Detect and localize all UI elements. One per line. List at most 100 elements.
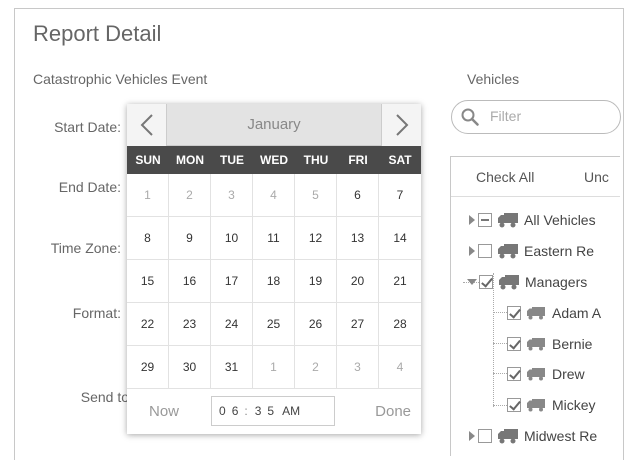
vehicle-checkbox[interactable] bbox=[507, 337, 521, 351]
tree-node-vehicle[interactable]: Drew bbox=[507, 364, 585, 384]
minute-ones[interactable]: 5 bbox=[267, 404, 274, 418]
weekday-header: SUN MON TUE WED THU FRI SAT bbox=[127, 146, 421, 174]
time-zone-label: Time Zone: bbox=[50, 240, 121, 256]
day-cell[interactable]: 17 bbox=[211, 260, 253, 303]
format-label: Format: bbox=[72, 305, 121, 321]
am-pm-toggle[interactable]: AM bbox=[282, 404, 300, 418]
done-button[interactable]: Done bbox=[375, 403, 411, 420]
filter-input[interactable] bbox=[490, 108, 610, 124]
day-cell[interactable]: 28 bbox=[379, 303, 421, 346]
expand-arrow-icon[interactable] bbox=[469, 431, 475, 441]
page-title: Report Detail bbox=[33, 21, 162, 46]
tree-node-vehicle[interactable]: Mickey bbox=[507, 395, 596, 415]
hour-ones[interactable]: 6 bbox=[232, 404, 239, 418]
day-cell[interactable]: 10 bbox=[211, 217, 253, 260]
day-cell[interactable]: 22 bbox=[127, 303, 169, 346]
day-cell[interactable]: 14 bbox=[379, 217, 421, 260]
now-button[interactable]: Now bbox=[149, 403, 179, 420]
tree-connector bbox=[493, 405, 507, 406]
day-cell[interactable]: 20 bbox=[337, 260, 379, 303]
uncheck-all-button[interactable]: Unc bbox=[584, 169, 609, 185]
day-cell[interactable]: 4 bbox=[253, 174, 295, 217]
day-cell[interactable]: 12 bbox=[295, 217, 337, 260]
tree-node-vehicle[interactable]: Adam A bbox=[507, 303, 601, 323]
day-cell[interactable]: 8 bbox=[127, 217, 169, 260]
expand-arrow-icon[interactable] bbox=[469, 215, 475, 225]
day-cell[interactable]: 15 bbox=[127, 260, 169, 303]
tree-connector bbox=[493, 312, 507, 313]
time-input[interactable]: 0 6 : 3 5 AM bbox=[211, 396, 335, 426]
expand-arrow-icon[interactable] bbox=[469, 246, 475, 256]
minute-tens[interactable]: 3 bbox=[255, 404, 262, 418]
weekday-label: SUN bbox=[135, 153, 161, 167]
chevron-right-icon bbox=[395, 114, 408, 136]
time-separator: : bbox=[244, 404, 248, 418]
checkbox-managers[interactable] bbox=[479, 275, 493, 289]
day-cell[interactable]: 1 bbox=[253, 346, 295, 389]
day-cell[interactable]: 26 bbox=[295, 303, 337, 346]
previous-month-button[interactable] bbox=[127, 104, 167, 146]
tree-node-midwest-region[interactable]: Midwest Re bbox=[469, 426, 597, 446]
day-cell[interactable]: 9 bbox=[169, 217, 211, 260]
start-date-label: Start Date: bbox=[54, 119, 121, 135]
weekday-label: SAT bbox=[388, 153, 412, 167]
vehicle-filter[interactable] bbox=[451, 100, 621, 134]
checkbox-eastern-region[interactable] bbox=[478, 244, 492, 258]
checkbox-all-vehicles[interactable] bbox=[478, 213, 492, 227]
day-cell[interactable]: 19 bbox=[295, 260, 337, 303]
tree-connector bbox=[493, 343, 507, 344]
date-picker: January SUN MON TUE WED THU FRI SAT 1 2 … bbox=[127, 104, 421, 434]
weekday-label: THU bbox=[303, 153, 329, 167]
weekday-label: TUE bbox=[220, 153, 244, 167]
day-grid: 1 2 3 4 5 6 7 8 9 10 11 12 13 14 15 16 1… bbox=[127, 174, 421, 389]
day-cell[interactable]: 3 bbox=[211, 174, 253, 217]
day-cell[interactable]: 31 bbox=[211, 346, 253, 389]
tree-connector bbox=[493, 373, 507, 374]
day-cell[interactable]: 24 bbox=[211, 303, 253, 346]
day-cell[interactable]: 29 bbox=[127, 346, 169, 389]
month-label: January bbox=[247, 116, 301, 133]
tree-node-vehicle[interactable]: Bernie bbox=[507, 334, 592, 354]
tree-node-all-vehicles[interactable]: All Vehicles bbox=[469, 210, 596, 230]
date-picker-footer: Now 0 6 : 3 5 AM Done bbox=[127, 389, 421, 434]
truck-icon bbox=[498, 429, 518, 444]
check-all-button[interactable]: Check All bbox=[476, 169, 534, 185]
hour-tens[interactable]: 0 bbox=[219, 404, 226, 418]
day-cell[interactable]: 5 bbox=[295, 174, 337, 217]
day-cell[interactable]: 23 bbox=[169, 303, 211, 346]
collapse-arrow-icon[interactable] bbox=[467, 279, 477, 285]
day-cell[interactable]: 21 bbox=[379, 260, 421, 303]
vehicle-checkbox[interactable] bbox=[507, 306, 521, 320]
truck-icon bbox=[527, 399, 545, 412]
vehicle-checkbox[interactable] bbox=[507, 367, 521, 381]
section-label-event: Catastrophic Vehicles Event bbox=[33, 71, 208, 87]
day-cell[interactable]: 30 bbox=[169, 346, 211, 389]
day-cell[interactable]: 2 bbox=[295, 346, 337, 389]
truck-icon bbox=[527, 368, 545, 381]
end-date-label: End Date: bbox=[58, 179, 121, 195]
day-cell[interactable]: 11 bbox=[253, 217, 295, 260]
day-cell[interactable]: 6 bbox=[337, 174, 379, 217]
day-cell[interactable]: 18 bbox=[253, 260, 295, 303]
search-icon bbox=[461, 108, 479, 126]
day-cell[interactable]: 3 bbox=[337, 346, 379, 389]
vehicles-label: Vehicles bbox=[467, 71, 520, 87]
checkbox-midwest-region[interactable] bbox=[478, 429, 492, 443]
weekday-label: MON bbox=[176, 153, 204, 167]
day-cell[interactable]: 1 bbox=[127, 174, 169, 217]
day-cell[interactable]: 27 bbox=[337, 303, 379, 346]
tree-label: Eastern Re bbox=[524, 243, 595, 259]
send-to-label: Send to bbox=[80, 389, 129, 405]
day-cell[interactable]: 2 bbox=[169, 174, 211, 217]
day-cell[interactable]: 4 bbox=[379, 346, 421, 389]
day-cell[interactable]: 25 bbox=[253, 303, 295, 346]
day-cell[interactable]: 16 bbox=[169, 260, 211, 303]
tree-node-eastern-region[interactable]: Eastern Re bbox=[469, 241, 594, 261]
vehicle-checkbox[interactable] bbox=[507, 398, 521, 412]
truck-icon bbox=[498, 213, 518, 228]
day-cell[interactable]: 13 bbox=[337, 217, 379, 260]
tree-label: Drew bbox=[552, 366, 585, 382]
next-month-button[interactable] bbox=[381, 104, 421, 146]
day-cell[interactable]: 7 bbox=[379, 174, 421, 217]
tree-node-managers[interactable]: Managers bbox=[467, 272, 587, 292]
